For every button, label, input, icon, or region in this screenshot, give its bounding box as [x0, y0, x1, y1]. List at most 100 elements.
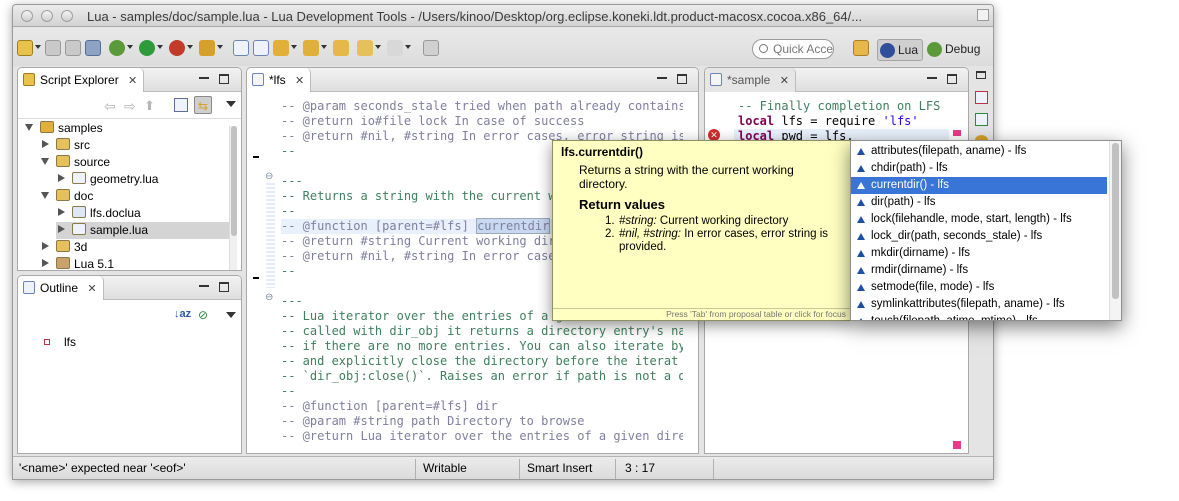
toggle-mark-icon[interactable]: [233, 40, 249, 56]
expand-open-icon[interactable]: [25, 124, 33, 131]
close-icon[interactable]: ✕: [780, 75, 789, 87]
toolbar-toggle-button[interactable]: [977, 9, 989, 21]
zoom-window-button[interactable]: [61, 10, 73, 22]
expand-closed-icon[interactable]: [42, 242, 49, 250]
tree-item[interactable]: src: [40, 137, 90, 154]
forward-arrow-icon[interactable]: ⇨: [124, 98, 136, 115]
external-tools-icon[interactable]: [169, 40, 185, 56]
proposal-item[interactable]: attributes(filepath, aname) - lfs: [851, 143, 1107, 160]
chevron-down-icon[interactable]: [187, 45, 193, 49]
hide-fields-icon[interactable]: ⊘: [198, 308, 208, 322]
tree-item[interactable]: doc: [40, 188, 93, 205]
chevron-down-icon[interactable]: [375, 45, 381, 49]
tree-item[interactable]: geometry.lua: [56, 171, 158, 188]
expand-open-icon[interactable]: [41, 158, 49, 165]
close-icon[interactable]: ✕: [128, 75, 137, 87]
proposal-item[interactable]: mkdir(dirname) - lfs: [851, 245, 1107, 262]
fold-toggle-icon[interactable]: ⊖: [265, 171, 273, 182]
tree-item[interactable]: samples: [24, 120, 103, 137]
forward-arrow-icon[interactable]: [387, 40, 403, 56]
proposal-item[interactable]: touch(filepath, atime, mtime) - lfs: [851, 313, 1107, 320]
debug-bug-icon[interactable]: [109, 40, 125, 56]
close-icon[interactable]: ✕: [87, 283, 96, 295]
completion-proposals-list[interactable]: attributes(filepath, aname) - lfs chdir(p…: [850, 140, 1122, 321]
view-menu-icon[interactable]: [226, 312, 236, 318]
proposal-item[interactable]: setmode(file, mode) - lfs: [851, 279, 1107, 296]
proposal-item[interactable]: lock(filehandle, mode, start, length) - …: [851, 211, 1107, 228]
close-icon[interactable]: ✕: [295, 75, 304, 87]
folding-ruler[interactable]: ⊖ ⊖: [263, 93, 276, 453]
sort-alphabetically-icon[interactable]: ↓az: [174, 308, 191, 320]
proposal-item[interactable]: rmdir(dirname) - lfs: [851, 262, 1107, 279]
chevron-down-icon[interactable]: [321, 45, 327, 49]
link-with-editor-icon[interactable]: ⇆: [194, 96, 212, 114]
tree-item[interactable]: lfs.doclua: [56, 205, 141, 222]
view-menu-icon[interactable]: [226, 101, 236, 107]
tab-outline[interactable]: Outline ✕: [18, 276, 104, 300]
tree-scrollbar[interactable]: [229, 126, 237, 270]
chevron-down-icon[interactable]: [157, 45, 163, 49]
show-whitespace-icon[interactable]: [253, 40, 269, 56]
pin-editor-icon[interactable]: [423, 40, 439, 56]
proposal-item[interactable]: chdir(path) - lfs: [851, 160, 1107, 177]
tab-sample[interactable]: *sample ✕: [705, 68, 796, 92]
tasks-icon[interactable]: [975, 113, 988, 126]
expand-closed-icon[interactable]: [58, 208, 65, 216]
next-annotation-icon[interactable]: [273, 40, 289, 56]
chevron-down-icon[interactable]: [35, 45, 41, 49]
print-icon[interactable]: [85, 40, 101, 56]
proposal-item[interactable]: currentdir() - lfs: [851, 177, 1107, 194]
minimize-view-button[interactable]: [199, 285, 209, 287]
perspective-lua[interactable]: Lua: [877, 39, 924, 61]
outline-item[interactable]: lfs: [42, 335, 76, 351]
tab-script-explorer[interactable]: Script Explorer ✕: [18, 68, 145, 92]
chevron-down-icon[interactable]: [291, 45, 297, 49]
proposal-item[interactable]: symlinkattributes(filepath, aname) - lfs: [851, 296, 1107, 313]
close-window-button[interactable]: [21, 10, 33, 22]
maximize-view-button[interactable]: [947, 74, 957, 84]
tree-item[interactable]: Lua 5.1: [40, 256, 114, 270]
tree-item[interactable]: sample.lua: [56, 222, 229, 239]
last-edit-location-icon[interactable]: [333, 40, 349, 56]
proposals-scrollbar[interactable]: [1109, 141, 1121, 320]
open-type-icon[interactable]: [199, 40, 215, 56]
minimize-window-button[interactable]: [41, 10, 53, 22]
fold-toggle-icon[interactable]: ⊖: [265, 292, 273, 303]
new-icon[interactable]: [17, 40, 33, 56]
up-folder-icon[interactable]: ⬆: [144, 98, 155, 114]
previous-annotation-icon[interactable]: [303, 40, 319, 56]
perspective-debug[interactable]: Debug: [925, 39, 984, 61]
proposal-item[interactable]: lock_dir(path, seconds_stale) - lfs: [851, 228, 1107, 245]
maximize-view-button[interactable]: [219, 282, 229, 292]
save-icon[interactable]: [45, 40, 61, 56]
expand-closed-icon[interactable]: [58, 225, 65, 233]
chevron-down-icon[interactable]: [127, 45, 133, 49]
proposal-item[interactable]: dir(path) - lfs: [851, 194, 1107, 211]
quick-access-input[interactable]: Quick Acce: [752, 39, 834, 59]
maximize-view-button[interactable]: [219, 74, 229, 84]
tree-item[interactable]: source: [40, 154, 110, 171]
run-icon[interactable]: [139, 40, 155, 56]
back-arrow-icon[interactable]: [357, 40, 373, 56]
outline-icon[interactable]: [975, 91, 988, 104]
expand-closed-icon[interactable]: [58, 174, 65, 182]
open-perspective-icon[interactable]: [853, 40, 869, 56]
expand-closed-icon[interactable]: [42, 140, 49, 148]
collapse-all-icon[interactable]: [174, 98, 188, 112]
maximize-view-button[interactable]: [677, 74, 687, 84]
save-all-icon[interactable]: [65, 40, 81, 56]
chevron-down-icon[interactable]: [405, 45, 411, 49]
overview-ruler-mark[interactable]: [953, 130, 961, 136]
hover-documentation[interactable]: lfs.currentdir() Returns a string with t…: [552, 140, 851, 321]
restore-icon[interactable]: [976, 71, 986, 79]
expand-open-icon[interactable]: [41, 192, 49, 199]
overview-ruler-mark[interactable]: [953, 441, 961, 449]
tree-item[interactable]: 3d: [40, 239, 87, 256]
minimize-view-button[interactable]: [927, 77, 937, 79]
tab-lfs[interactable]: *lfs ✕: [247, 68, 312, 92]
chevron-down-icon[interactable]: [217, 45, 223, 49]
scrollbar-thumb[interactable]: [231, 126, 237, 236]
scrollbar-thumb[interactable]: [1112, 143, 1119, 299]
minimize-view-button[interactable]: [657, 77, 667, 79]
minimize-view-button[interactable]: [199, 77, 209, 79]
